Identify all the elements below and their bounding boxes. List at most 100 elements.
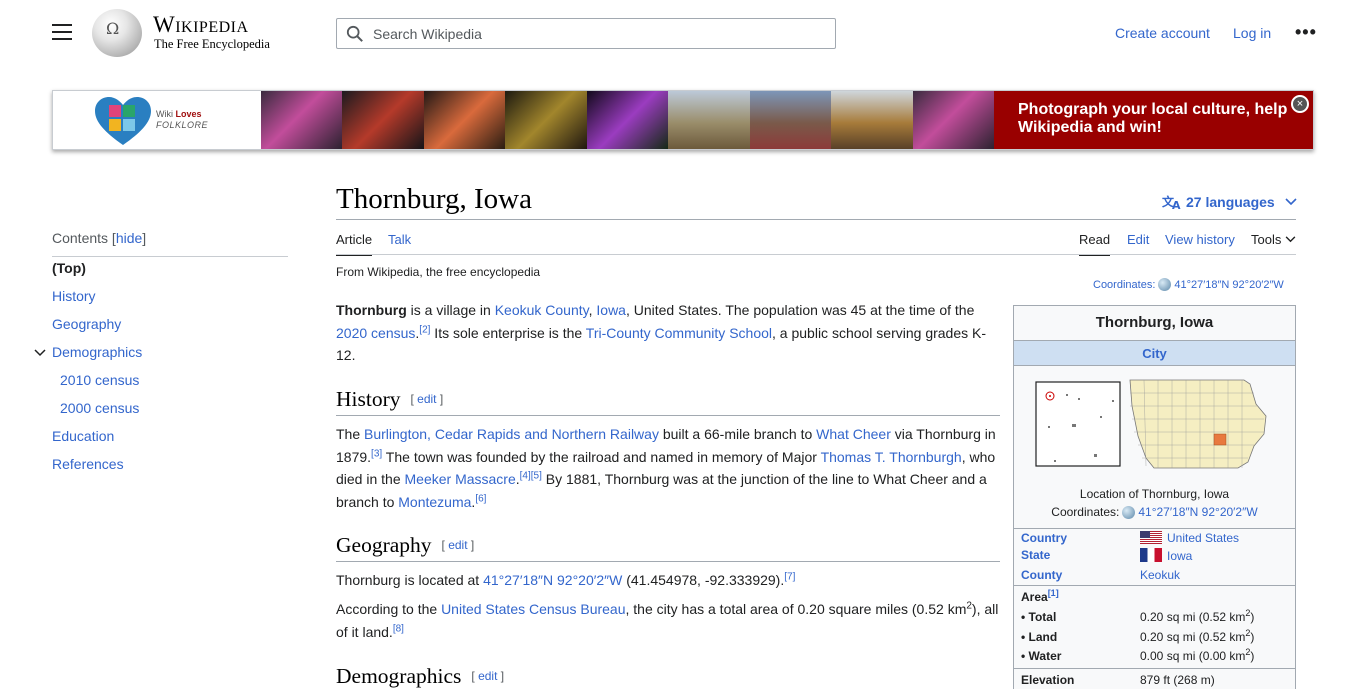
log-in-link[interactable]: Log in [1233,25,1271,41]
link-keokuk-county[interactable]: Keokuk County [495,302,589,318]
citation-ref[interactable]: [6] [475,493,486,504]
wikipedia-globe-logo[interactable] [92,9,142,57]
page-title: Thornburg, Iowa [336,183,532,215]
county-link[interactable]: Keokuk [1140,568,1180,582]
site-header: Wikipedia The Free Encyclopedia Create a… [0,0,1366,66]
link-iowa[interactable]: Iowa [596,302,626,318]
state-link[interactable]: Iowa [1167,549,1192,563]
location-map[interactable] [1034,376,1274,478]
close-icon[interactable]: × [1291,95,1309,113]
tab-article[interactable]: Article [336,232,373,256]
toc-item-geography[interactable]: Geography [52,316,121,332]
toc-item-demographics[interactable]: Demographics [52,344,142,360]
country-link[interactable]: United States [1167,531,1239,545]
toc-item-history[interactable]: History [52,288,96,304]
toc-item-2000-census[interactable]: 2000 census [60,400,139,416]
country-label[interactable]: Country [1021,531,1067,545]
globe-icon[interactable] [1122,506,1136,519]
link-coordinates[interactable]: 41°27′18″N 92°20′2″W [483,572,622,588]
search-box [336,18,836,49]
us-flag-icon [1140,531,1162,544]
banner-photo-strip [261,91,994,149]
more-options-icon[interactable]: ••• [1295,23,1317,41]
toc-item-top[interactable]: (Top) [52,260,86,276]
chevron-down-icon[interactable] [34,349,46,357]
language-selector[interactable]: 文 A 27 languages [1162,194,1297,212]
tab-read[interactable]: Read [1079,232,1111,256]
banner-photo [831,91,913,149]
create-account-link[interactable]: Create account [1115,25,1210,41]
elevation-label: Elevation [1021,673,1075,687]
text: ) [1250,649,1255,663]
banner-photo [586,91,669,149]
citation-ref[interactable]: [1] [1048,588,1059,598]
text: , United States. The population was 45 a… [625,302,975,318]
toc-heading: Contents [hide] [52,230,288,257]
table-of-contents: Contents [hide] (Top) History Geography … [34,230,288,472]
svg-text:A: A [1172,199,1181,210]
main-menu-icon[interactable] [52,24,72,42]
infobox-coordinates-link[interactable]: 41°27′18″N 92°20′2″W [1138,505,1257,519]
text: The [336,426,365,442]
campaign-banner[interactable]: Wiki Loves FOLKLORE Photograph your loca… [52,90,1314,150]
intro-paragraph: Thornburg is a village in Keokuk County,… [336,302,987,364]
text: , the city has a total area of 0.20 squa… [625,601,967,617]
site-subtitle: From Wikipedia, the free encyclopedia [336,265,541,279]
wiki-loves-folklore-logo [95,97,151,145]
section-edit: [ edit ] [471,669,505,683]
text: According to the [336,601,442,617]
geography-paragraph-2: According to the United States Census Bu… [336,598,1001,643]
edit-geography-link[interactable]: edit [448,538,467,552]
chevron-down-icon [1285,236,1296,243]
land-area-value: 0.20 sq mi (0.52 km [1140,630,1246,644]
toc-item-education[interactable]: Education [52,428,114,444]
area-label: Area [1021,590,1048,604]
state-label[interactable]: State [1021,548,1050,562]
infobox-divider [1014,528,1295,529]
county-label[interactable]: County [1021,568,1062,582]
wiki-loves-folklore-text: Wiki Loves FOLKLORE [156,109,208,131]
tab-talk[interactable]: Talk [388,232,411,247]
link-railway[interactable]: Burlington, Cedar Rapids and Northern Ra… [364,426,659,442]
toc-item-2010-census[interactable]: 2010 census [60,372,139,388]
wikipedia-wordmark[interactable]: Wikipedia [153,12,249,38]
section-heading-demographics: Demographics [ edit ] [336,664,1000,689]
globe-icon[interactable] [1158,278,1172,291]
citation-ref[interactable]: [8] [393,623,404,634]
toc-item-references[interactable]: References [52,456,124,472]
tools-menu[interactable]: Tools [1251,232,1296,247]
edit-history-link[interactable]: edit [417,392,436,406]
search-icon [346,25,363,42]
link-2020-census[interactable]: 2020 census [336,325,415,341]
banner-photo [668,91,750,149]
banner-photo [912,91,994,149]
banner-photo [423,91,506,149]
citation-ref[interactable]: [7] [784,571,795,582]
title-coordinates[interactable]: Coordinates: 41°27′18″N 92°20′2″W [1093,278,1284,291]
coordinates-link[interactable]: 41°27′18″N 92°20′2″W [1174,279,1283,291]
citation-ref[interactable]: [4][5] [520,471,542,482]
search-input[interactable] [373,19,823,48]
edit-demographics-link[interactable]: edit [478,669,497,683]
map-caption: Location of Thornburg, Iowa Coordinates:… [1014,485,1295,521]
tab-edit[interactable]: Edit [1127,232,1149,247]
link-what-cheer[interactable]: What Cheer [816,426,891,442]
toc-hide-link[interactable]: hide [116,230,142,246]
banner-cta-text[interactable]: Photograph your local culture, help Wiki… [994,91,1313,149]
link-thornburgh[interactable]: Thomas T. Thornburgh [821,449,962,465]
geography-heading-label: Geography [336,533,432,557]
infobox-subtitle[interactable]: City [1014,340,1295,366]
text: built a 66-mile branch to [658,426,817,442]
citation-ref[interactable]: [3] [371,448,382,459]
tab-view-history[interactable]: View history [1165,232,1235,247]
text: is a village in [406,302,495,318]
link-montezuma[interactable]: Montezuma [398,494,471,510]
link-census-bureau[interactable]: United States Census Bureau [441,601,625,617]
wikipedia-tagline: The Free Encyclopedia [154,37,270,51]
banner-photo [261,91,343,149]
text: Its sole enterprise is the [430,324,586,341]
link-meeker-massacre[interactable]: Meeker Massacre [405,471,516,487]
link-tri-county-school[interactable]: Tri-County Community School [586,325,772,341]
text: Thornburg is located at [336,572,484,588]
citation-ref[interactable]: [2] [419,324,430,335]
